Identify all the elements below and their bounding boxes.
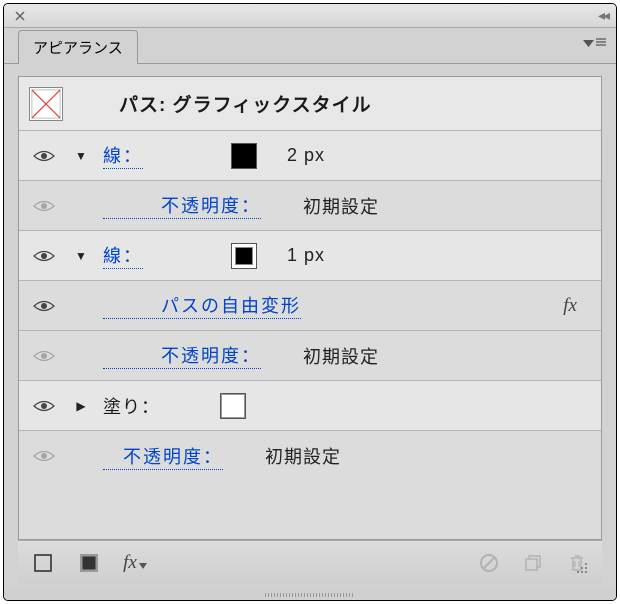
visibility-icon-dim[interactable] [29,349,59,363]
clear-icon[interactable] [476,550,502,576]
selection-thumbnail [29,87,63,121]
panel-menu-icon[interactable] [583,38,606,48]
panel-tabbar: アピアランス [4,28,616,64]
opacity-value: 初期設定 [303,343,379,369]
stroke-color-swatch[interactable] [231,243,257,269]
visibility-icon[interactable] [29,399,59,413]
opacity-value: 初期設定 [303,193,379,219]
new-stroke-icon[interactable] [30,550,56,576]
stroke-width-value[interactable]: 2 px [287,145,325,166]
opacity-link[interactable]: 不透明度： [103,342,261,369]
opacity-link[interactable]: 不透明度： [103,192,261,219]
fill-label: 塗り： [103,393,160,419]
panel-footer: fx [18,540,602,584]
visibility-icon[interactable] [29,299,59,313]
tab-appearance[interactable]: アピアランス [18,30,138,64]
visibility-icon[interactable] [29,249,59,263]
collapse-icon[interactable]: ◂◂ [598,7,608,24]
add-effect-button[interactable]: fx [122,550,148,576]
opacity-row-3[interactable]: 不透明度： 初期設定 [19,431,601,481]
effect-link[interactable]: パスの自由変形 [103,292,301,319]
appearance-panel: ◂◂ アピアランス パス: グラフィックスタイル ▼ [3,3,617,601]
window-titlebar: ◂◂ [4,4,616,28]
fill-color-swatch[interactable] [220,393,246,419]
stroke-width-value[interactable]: 1 px [287,245,325,266]
disclosure-triangle-open[interactable]: ▼ [71,249,91,263]
stroke-row-2[interactable]: ▼ 線： 1 px [19,231,601,281]
disclosure-triangle-closed[interactable]: ▶ [71,399,91,413]
fx-icon[interactable]: fx [563,295,577,317]
new-fill-icon[interactable] [76,550,102,576]
visibility-icon[interactable] [29,149,59,163]
stroke-link[interactable]: 線： [103,142,143,169]
stroke-row-1[interactable]: ▼ 線： 2 px [19,131,601,181]
disclosure-triangle-open[interactable]: ▼ [71,149,91,163]
fill-row[interactable]: ▶ 塗り： [19,381,601,431]
duplicate-icon[interactable] [520,550,546,576]
header-title: パス: グラフィックスタイル [119,90,372,117]
stroke-color-swatch[interactable] [231,143,257,169]
list-filler [19,481,601,539]
opacity-value: 初期設定 [265,443,341,469]
panel-content: パス: グラフィックスタイル ▼ 線： 2 px 不透明度： 初期設定 [4,64,616,590]
close-icon[interactable] [12,8,28,24]
opacity-row-2[interactable]: 不透明度： 初期設定 [19,331,601,381]
effect-row[interactable]: パスの自由変形 fx [19,281,601,331]
opacity-link[interactable]: 不透明度： [103,443,223,470]
bottom-grip[interactable] [4,590,616,600]
visibility-icon-dim[interactable] [29,199,59,213]
opacity-row-1[interactable]: 不透明度： 初期設定 [19,181,601,231]
visibility-icon-dim[interactable] [29,449,59,463]
stroke-link[interactable]: 線： [103,242,143,269]
header-row[interactable]: パス: グラフィックスタイル [19,77,601,131]
resize-grip-icon[interactable] [573,559,587,573]
appearance-list: パス: グラフィックスタイル ▼ 線： 2 px 不透明度： 初期設定 [18,76,602,540]
